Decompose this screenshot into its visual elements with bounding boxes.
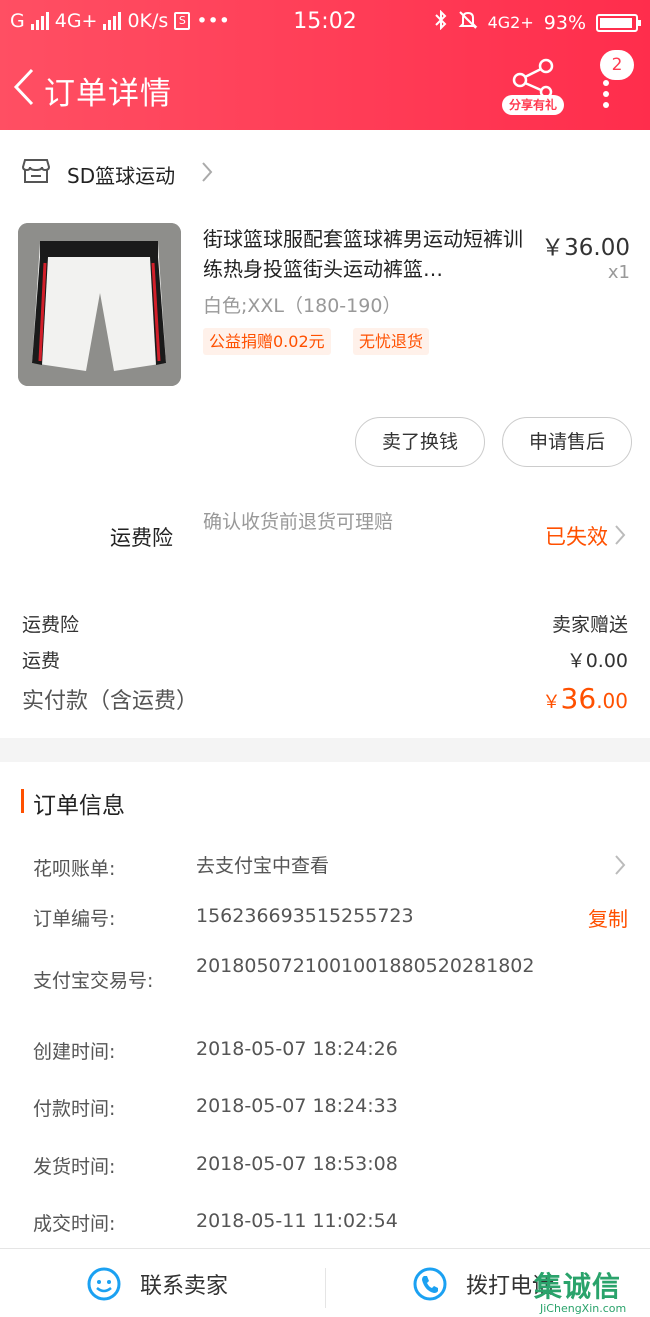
shop-name[interactable]: SD篮球运动 [67, 160, 175, 189]
fee-insurance-label: 运费险 [22, 614, 80, 636]
network-label-2: 4G2+ [487, 13, 534, 32]
battery-percent: 93% [543, 11, 586, 34]
return-tag: 无忧退货 [353, 328, 430, 355]
product-image[interactable] [18, 223, 181, 386]
fee-shipping-row: 运费 ￥0.00 [22, 646, 628, 673]
fee-insurance-row: 运费险 卖家赠送 [22, 610, 628, 637]
chevron-left-icon [13, 68, 34, 106]
watermark-url: JiChengXin.com [540, 1302, 627, 1315]
info-value-created: 2018-05-07 18:24:26 [196, 1038, 398, 1060]
fee-insurance-value: 卖家赠送 [551, 614, 628, 636]
share-label[interactable]: 分享有礼 [502, 95, 564, 115]
sell-button[interactable]: 卖了换钱 [355, 417, 485, 467]
phone-icon [413, 1267, 447, 1301]
page-title: 订单详情 [44, 76, 172, 112]
bluetooth-icon [434, 9, 448, 35]
info-value-order-no: 156236693515255723 [196, 905, 414, 927]
chevron-right-icon [614, 524, 626, 550]
notification-badge: 2 [600, 50, 634, 80]
fee-shipping-label: 运费 [22, 650, 61, 672]
product-sku: 白色;XXL（180-190） [203, 295, 402, 317]
watermark-logo: 集诚信 [534, 1270, 622, 1303]
total-currency: ￥ [542, 692, 561, 713]
info-value-shipped: 2018-05-07 18:53:08 [196, 1153, 398, 1175]
share-icon [512, 58, 554, 99]
battery-icon [596, 13, 641, 32]
fee-shipping-value: ￥0.00 [566, 650, 628, 672]
shorts-image [18, 223, 181, 386]
product-title[interactable]: 街球篮球服配套篮球裤男运动短裤训练热身投篮街头运动裤篮… [203, 224, 533, 284]
bottom-separator [325, 1268, 326, 1308]
info-label-completed: 成交时间: [33, 1213, 116, 1235]
total-int: 36 [560, 682, 597, 715]
info-label-huabei: 花呗账单: [33, 858, 116, 880]
total-dec: .00 [596, 689, 628, 713]
section-accent-bar [21, 789, 24, 813]
contact-seller-label: 联系卖家 [140, 1274, 229, 1299]
info-value-alipay-no: 2018050721001001880520281802 [196, 955, 535, 977]
total-label: 实付款（含运费） [22, 689, 199, 714]
contact-seller-button[interactable]: 联系卖家 [86, 1262, 228, 1306]
info-label-alipay-no: 支付宝交易号: [33, 970, 154, 992]
chat-icon [87, 1267, 121, 1301]
insurance-status[interactable]: 已失效 [545, 521, 608, 551]
call-phone-button[interactable]: 拨打电话 [412, 1262, 554, 1306]
mute-icon [458, 10, 478, 35]
header-bar: G 4G+ 0K/s S ••• 15:02 4G2+ 93% 订单详情 分享有… [0, 0, 650, 130]
back-button[interactable] [10, 66, 44, 108]
charity-tag: 公益捐赠0.02元 [203, 328, 331, 355]
info-label-shipped: 发货时间: [33, 1156, 116, 1178]
chevron-right-icon [200, 160, 214, 188]
product-quantity: x1 [607, 262, 630, 283]
chevron-right-icon[interactable] [614, 854, 626, 880]
info-value-paid: 2018-05-07 18:24:33 [196, 1095, 398, 1117]
info-value-huabei[interactable]: 去支付宝中查看 [196, 854, 546, 879]
info-label-order-no: 订单编号: [33, 908, 116, 930]
status-bar: G 4G+ 0K/s S ••• 15:02 4G2+ 93% [0, 0, 650, 44]
copy-button[interactable]: 复制 [588, 903, 628, 932]
insurance-desc: 确认收货前退货可理赔 [203, 511, 394, 533]
total-amount: ￥36.00 [543, 682, 628, 715]
info-label-paid: 付款时间: [33, 1098, 116, 1120]
status-right: 4G2+ 93% [434, 9, 641, 35]
info-value-completed: 2018-05-11 11:02:54 [196, 1210, 398, 1232]
info-label-created: 创建时间: [33, 1041, 116, 1063]
after-sale-button[interactable]: 申请售后 [502, 417, 632, 467]
order-info-title: 订单信息 [33, 793, 125, 819]
section-divider [0, 738, 650, 762]
product-price: ￥36.00 [541, 235, 630, 261]
more-dots-icon [603, 80, 611, 113]
insurance-label: 运费险 [110, 526, 173, 550]
store-icon [21, 158, 51, 188]
